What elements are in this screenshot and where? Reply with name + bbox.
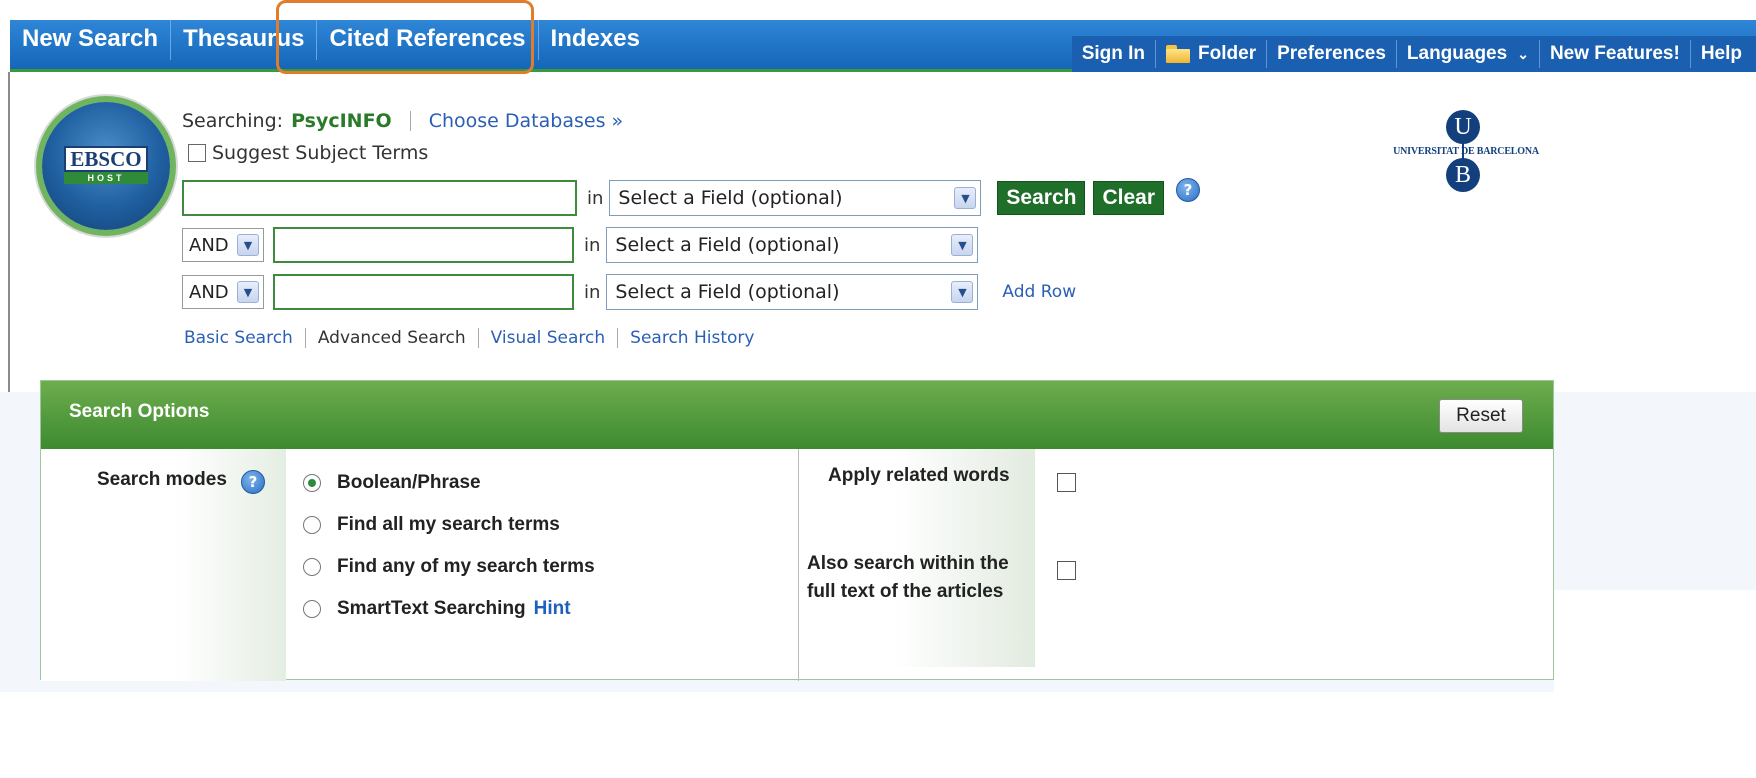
boolean-operator-value-2: AND (189, 234, 229, 256)
search-mode-links: Basic Search Advanced Search Visual Sear… (184, 328, 754, 348)
radio-boolean-phrase[interactable] (303, 474, 321, 492)
boolean-operator-select-3[interactable]: AND ▼ (182, 275, 264, 309)
mode-find-all[interactable]: Find all my search terms (303, 514, 560, 536)
ebsco-host-logo[interactable]: EBSCO HOST (42, 102, 170, 230)
search-input-3[interactable] (273, 274, 574, 310)
chevron-down-icon[interactable]: ▼ (951, 234, 974, 256)
search-modes-label: Search modes (97, 469, 227, 490)
university-logo-u: U (1446, 110, 1480, 144)
mode-label: Find any of my search terms (337, 556, 595, 577)
boolean-operator-select-2[interactable]: AND ▼ (182, 228, 264, 262)
chevron-down-icon[interactable]: ▼ (237, 281, 259, 303)
search-row-1: in Select a Field (optional) ▼ Search Cl… (182, 178, 1200, 216)
top-nav-bar: New Search Thesaurus Cited References In… (10, 20, 1756, 72)
hint-link[interactable]: Hint (534, 598, 571, 620)
mode-label: Boolean/Phrase (337, 472, 481, 493)
in-label: in (584, 234, 601, 256)
advanced-search-link[interactable]: Advanced Search (318, 328, 466, 348)
mode-label: SmartText Searching (337, 598, 526, 619)
radio-smarttext[interactable] (303, 600, 321, 618)
divider (304, 328, 306, 348)
search-row-2: AND ▼ in Select a Field (optional) ▼ (182, 227, 979, 263)
sign-in-link[interactable]: Sign In (1072, 40, 1155, 68)
help-icon[interactable]: ? (1176, 178, 1200, 202)
mode-label: Find all my search terms (337, 514, 560, 535)
university-logo: U UNIVERSITAT DE BARCELONA B (1376, 110, 1556, 200)
search-options-header: Search Options Reset (41, 381, 1553, 449)
folder-icon (1166, 45, 1191, 63)
chevron-down-icon[interactable]: ▼ (237, 234, 259, 256)
search-button[interactable]: Search (997, 181, 1086, 215)
languages-dropdown[interactable]: Languages ⌄ (1395, 40, 1539, 68)
nav-new-search[interactable]: New Search (10, 20, 172, 60)
chevron-down-icon: ⌄ (1517, 46, 1529, 62)
languages-label: Languages (1406, 43, 1508, 64)
divider (617, 328, 619, 348)
divider (477, 328, 479, 348)
page-edge (1554, 590, 1756, 778)
database-selector: Searching: PsycINFO Choose Databases » (182, 110, 623, 132)
mode-smarttext[interactable]: SmartText Searching Hint (303, 598, 571, 620)
mode-boolean-phrase[interactable]: Boolean/Phrase (303, 472, 481, 494)
field-select-1-value: Select a Field (optional) (618, 187, 843, 209)
highlight-annotation (276, 0, 534, 74)
folder-label: Folder (1198, 43, 1257, 64)
choose-databases-link[interactable]: Choose Databases » (429, 110, 623, 132)
university-name: UNIVERSITAT DE BARCELONA (1393, 146, 1539, 157)
folder-link[interactable]: Folder (1155, 40, 1266, 68)
help-icon[interactable]: ? (241, 470, 265, 494)
add-row-link[interactable]: Add Row (1002, 282, 1076, 302)
search-options-panel: Search Options Reset Search modes ? Bool… (40, 380, 1554, 681)
chevron-down-icon[interactable]: ▼ (951, 281, 974, 303)
boolean-operator-value-3: AND (189, 281, 229, 303)
radio-find-all[interactable] (303, 516, 321, 534)
nav-indexes[interactable]: Indexes (539, 20, 652, 60)
searching-label: Searching: (182, 110, 284, 132)
clear-button[interactable]: Clear (1093, 181, 1164, 215)
visual-search-link[interactable]: Visual Search (491, 328, 606, 348)
host-logo-text: HOST (64, 172, 148, 184)
also-search-fulltext-label-line2: full text of the articles (807, 581, 1004, 602)
apply-related-words-checkbox[interactable] (1057, 473, 1076, 492)
search-input-1[interactable] (182, 180, 577, 216)
help-link[interactable]: Help (1689, 40, 1752, 68)
in-label: in (587, 187, 604, 209)
field-select-2-value: Select a Field (optional) (615, 234, 840, 256)
suggest-subject-terms-checkbox[interactable] (188, 144, 206, 162)
preferences-link[interactable]: Preferences (1266, 40, 1396, 68)
basic-search-link[interactable]: Basic Search (184, 328, 293, 348)
field-select-2[interactable]: Select a Field (optional) ▼ (606, 227, 979, 263)
mode-find-any[interactable]: Find any of my search terms (303, 556, 595, 578)
search-row-3: AND ▼ in Select a Field (optional) ▼ Add… (182, 274, 1076, 310)
in-label: in (584, 281, 601, 303)
ebsco-logo-text: EBSCO (64, 146, 148, 172)
divider (409, 111, 411, 131)
also-search-fulltext-label-line1: Also search within the (807, 553, 1009, 574)
field-select-3[interactable]: Select a Field (optional) ▼ (606, 274, 979, 310)
suggest-subject-terms[interactable]: Suggest Subject Terms (188, 142, 428, 164)
field-select-3-value: Select a Field (optional) (615, 281, 840, 303)
university-logo-b: B (1446, 158, 1480, 192)
search-options-title: Search Options (69, 401, 210, 422)
also-search-fulltext-checkbox[interactable] (1057, 561, 1076, 580)
search-history-link[interactable]: Search History (630, 328, 754, 348)
utility-nav: Sign In Folder Preferences Languages ⌄ N… (1071, 36, 1756, 72)
chevron-down-icon[interactable]: ▼ (954, 187, 977, 209)
radio-find-any[interactable] (303, 558, 321, 576)
apply-related-words-label: Apply related words (828, 465, 1010, 486)
suggest-subject-terms-label: Suggest Subject Terms (212, 142, 429, 164)
reset-button[interactable]: Reset (1439, 399, 1523, 433)
field-select-1[interactable]: Select a Field (optional) ▼ (609, 180, 982, 216)
database-name: PsycINFO (291, 110, 392, 132)
search-input-2[interactable] (273, 227, 574, 263)
new-features-link[interactable]: New Features! (1538, 40, 1690, 68)
